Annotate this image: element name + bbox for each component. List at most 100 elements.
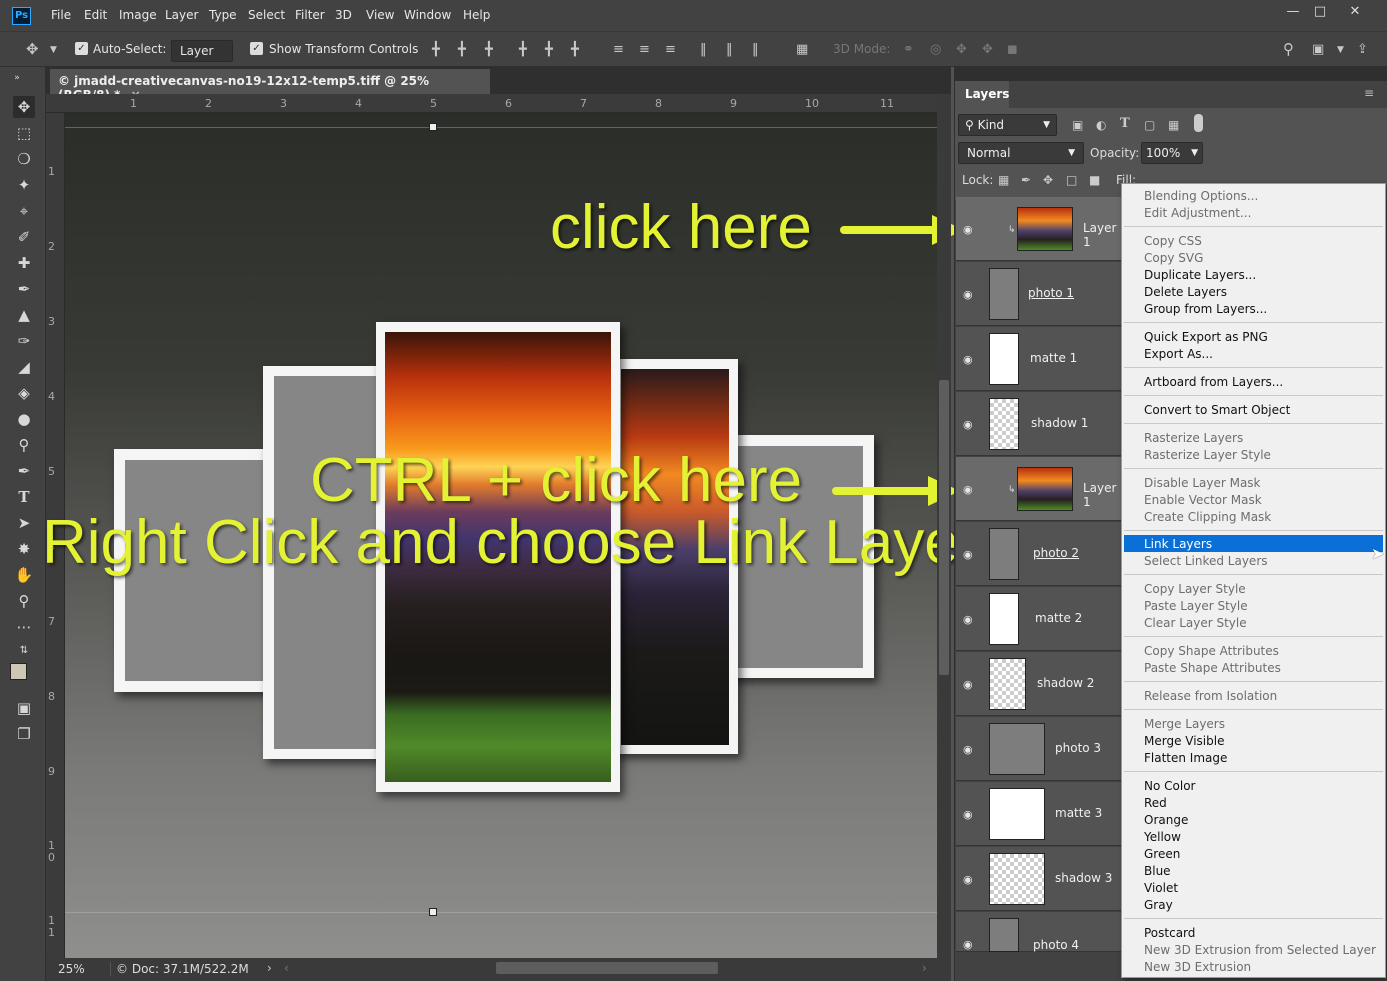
blur-tool-icon[interactable]: ● bbox=[13, 408, 35, 430]
visibility-eye-icon[interactable]: ◉ bbox=[963, 223, 973, 236]
workspace-chevron-icon[interactable]: ▼ bbox=[1337, 45, 1344, 55]
visibility-eye-icon[interactable]: ◉ bbox=[963, 483, 973, 496]
close-icon[interactable]: ✕ bbox=[1340, 2, 1370, 22]
filter-adjustment-icon[interactable]: ◐ bbox=[1096, 118, 1106, 132]
layer-name[interactable]: Layer 1 bbox=[1083, 221, 1122, 249]
layer-row[interactable]: ◉ photo 2 bbox=[956, 522, 1122, 586]
visibility-eye-icon[interactable]: ◉ bbox=[963, 873, 973, 886]
panel-menu-icon[interactable]: ≡ bbox=[1364, 86, 1374, 100]
layer-row[interactable]: ◉ photo 1 bbox=[956, 262, 1122, 326]
dodge-tool-icon[interactable]: ⚲ bbox=[13, 434, 35, 456]
distribute-left-icon[interactable]: ‖ bbox=[700, 42, 707, 57]
align-vcenter-icon[interactable]: ╋ bbox=[458, 42, 466, 57]
menu-color-yellow[interactable]: Yellow bbox=[1144, 830, 1181, 844]
more-tools-icon[interactable]: ⋯ bbox=[13, 616, 35, 638]
zoom-tool-icon[interactable]: ⚲ bbox=[13, 590, 35, 612]
menu-delete-layers[interactable]: Delete Layers bbox=[1144, 285, 1227, 299]
menu-rasterize-layers[interactable]: Rasterize Layers bbox=[1144, 431, 1243, 445]
filter-shape-icon[interactable]: ▢ bbox=[1144, 118, 1155, 132]
minimize-icon[interactable]: — bbox=[1278, 2, 1308, 22]
layer-row[interactable]: ◉ ↳ Layer 1 bbox=[956, 197, 1122, 261]
menu-release-from-isolation[interactable]: Release from Isolation bbox=[1144, 689, 1277, 703]
menu-blending-options[interactable]: Blending Options... bbox=[1144, 189, 1258, 203]
share-icon[interactable]: ⇪ bbox=[1357, 42, 1368, 57]
distribute-bottom-icon[interactable]: ≡ bbox=[665, 42, 676, 57]
clone-stamp-icon[interactable]: ▲ bbox=[13, 304, 35, 326]
layer-row[interactable]: ◉ matte 2 bbox=[956, 587, 1122, 651]
distribute-top-icon[interactable]: ≡ bbox=[613, 42, 624, 57]
3d-pan-icon[interactable]: ✥ bbox=[956, 42, 967, 57]
eraser-tool-icon[interactable]: ◢ bbox=[13, 356, 35, 378]
eyedropper-icon[interactable]: ✐ bbox=[13, 226, 35, 248]
menu-color-none[interactable]: No Color bbox=[1144, 779, 1195, 793]
menu-file[interactable]: File bbox=[51, 8, 71, 22]
paint-bucket-icon[interactable]: ◈ bbox=[13, 382, 35, 404]
lock-artboard-icon[interactable]: □ bbox=[1066, 173, 1077, 187]
marquee-tool-icon[interactable]: ⬚ bbox=[13, 122, 35, 144]
layer-name[interactable]: photo 3 bbox=[1055, 741, 1101, 755]
chevron-down-icon[interactable]: ▼ bbox=[50, 45, 57, 55]
layer-name[interactable]: shadow 3 bbox=[1055, 871, 1112, 885]
lock-position-icon[interactable]: ✥ bbox=[1043, 173, 1053, 187]
menu-window[interactable]: Window bbox=[404, 8, 451, 22]
menu-color-blue[interactable]: Blue bbox=[1144, 864, 1171, 878]
status-menu-arrow[interactable]: › bbox=[267, 961, 272, 975]
kind-filter-dropdown[interactable]: ⚲ Kind ▼ bbox=[958, 114, 1057, 136]
vertical-scroll-thumb[interactable] bbox=[939, 380, 949, 675]
lock-all-icon[interactable]: ■ bbox=[1089, 173, 1100, 187]
menu-copy-layer-style[interactable]: Copy Layer Style bbox=[1144, 582, 1246, 596]
scroll-left-arrow[interactable]: ‹ bbox=[284, 961, 289, 975]
visibility-eye-icon[interactable]: ◉ bbox=[963, 678, 973, 691]
filter-pixel-icon[interactable]: ▣ bbox=[1072, 118, 1083, 132]
menu-clear-layer-style[interactable]: Clear Layer Style bbox=[1144, 616, 1247, 630]
menu-select-linked-layers[interactable]: Select Linked Layers bbox=[1144, 554, 1268, 568]
zoom-level[interactable]: 25% bbox=[58, 962, 85, 976]
visibility-eye-icon[interactable]: ◉ bbox=[963, 743, 973, 756]
visibility-eye-icon[interactable]: ◉ bbox=[963, 938, 973, 951]
menu-copy-svg[interactable]: Copy SVG bbox=[1144, 251, 1203, 265]
menu-filter[interactable]: Filter bbox=[295, 8, 325, 22]
hand-tool-icon[interactable]: ✋ bbox=[13, 564, 35, 586]
menu-select[interactable]: Select bbox=[248, 8, 285, 22]
menu-flatten-image[interactable]: Flatten Image bbox=[1144, 751, 1227, 765]
swap-colors-icon[interactable]: ⇅ bbox=[13, 640, 35, 662]
layer-row[interactable]: ◉ shadow 1 bbox=[956, 392, 1122, 456]
menu-color-violet[interactable]: Violet bbox=[1144, 881, 1178, 895]
menu-paste-shape-attributes[interactable]: Paste Shape Attributes bbox=[1144, 661, 1281, 675]
menu-disable-layer-mask[interactable]: Disable Layer Mask bbox=[1144, 476, 1261, 490]
visibility-eye-icon[interactable]: ◉ bbox=[963, 548, 973, 561]
auto-align-icon[interactable]: ▦ bbox=[796, 42, 808, 57]
menu-color-gray[interactable]: Gray bbox=[1144, 898, 1173, 912]
visibility-eye-icon[interactable]: ◉ bbox=[963, 808, 973, 821]
layer-row[interactable]: ◉ shadow 2 bbox=[956, 652, 1122, 716]
move-tool-icon[interactable]: ✥ bbox=[13, 96, 35, 118]
layer-name[interactable]: photo 1 bbox=[1028, 286, 1074, 300]
menu-help[interactable]: Help bbox=[463, 8, 490, 22]
menu-link-layers[interactable]: Link Layers bbox=[1144, 537, 1212, 551]
distribute-right-icon[interactable]: ‖ bbox=[752, 42, 759, 57]
3d-roll-icon[interactable]: ◎ bbox=[930, 42, 941, 57]
menu-convert-smart-object[interactable]: Convert to Smart Object bbox=[1144, 403, 1290, 417]
menu-paste-layer-style[interactable]: Paste Layer Style bbox=[1144, 599, 1248, 613]
menu-duplicate-layers[interactable]: Duplicate Layers... bbox=[1144, 268, 1256, 282]
layer-row[interactable]: ◉ shadow 3 bbox=[956, 847, 1122, 911]
menu-color-orange[interactable]: Orange bbox=[1144, 813, 1188, 827]
layer-name[interactable]: matte 1 bbox=[1030, 351, 1077, 365]
transform-handle[interactable] bbox=[429, 123, 437, 131]
menu-edit-adjustment[interactable]: Edit Adjustment... bbox=[1144, 206, 1251, 220]
menu-copy-shape-attributes[interactable]: Copy Shape Attributes bbox=[1144, 644, 1279, 658]
lock-image-icon[interactable]: ✒ bbox=[1021, 173, 1031, 187]
menu-layer[interactable]: Layer bbox=[165, 8, 198, 22]
align-right-icon[interactable]: ╋ bbox=[571, 42, 579, 57]
visibility-eye-icon[interactable]: ◉ bbox=[963, 613, 973, 626]
lock-transparent-icon[interactable]: ▦ bbox=[998, 173, 1009, 187]
align-bottom-icon[interactable]: ╋ bbox=[485, 42, 493, 57]
menu-color-red[interactable]: Red bbox=[1144, 796, 1167, 810]
layer-row[interactable]: ◉ matte 1 bbox=[956, 327, 1122, 391]
horizontal-scroll-thumb[interactable] bbox=[496, 962, 718, 974]
menu-group-from-layers[interactable]: Group from Layers... bbox=[1144, 302, 1267, 316]
3d-slide-icon[interactable]: ✥ bbox=[982, 42, 993, 57]
layer-name[interactable]: shadow 1 bbox=[1031, 416, 1088, 430]
menu-create-clipping-mask[interactable]: Create Clipping Mask bbox=[1144, 510, 1271, 524]
align-top-icon[interactable]: ╋ bbox=[432, 42, 440, 57]
